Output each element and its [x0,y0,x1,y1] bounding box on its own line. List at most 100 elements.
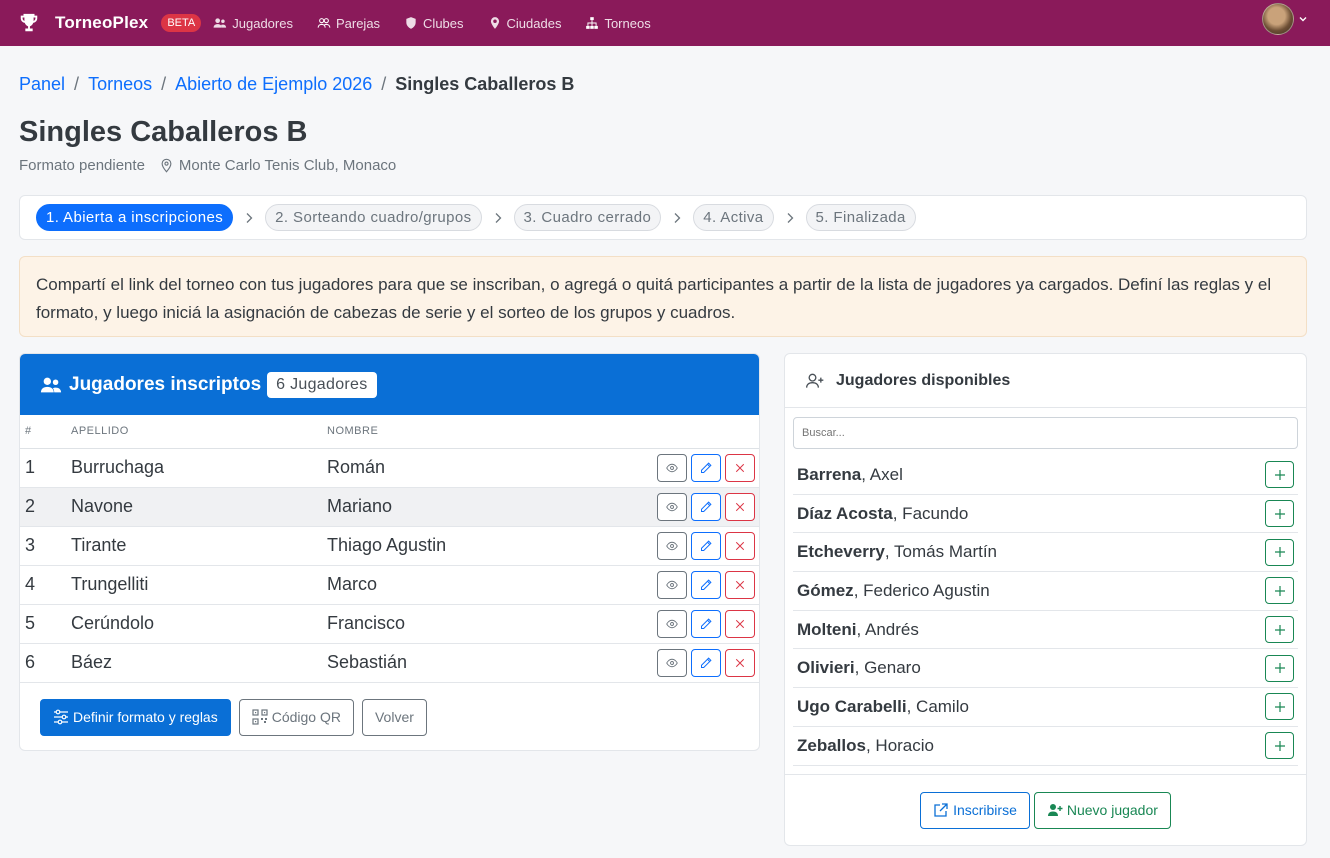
player-surname: Molteni [797,619,857,639]
plus-icon [1274,469,1285,480]
add-player-button[interactable] [1265,461,1294,489]
list-item: Molteni, Andrés [793,611,1298,650]
edit-button[interactable] [691,570,721,599]
breadcrumb-torneos[interactable]: Torneos [88,74,152,95]
row-number: 6 [20,643,71,683]
edit-button[interactable] [691,492,721,521]
add-player-button[interactable] [1265,693,1294,721]
page-subtitle: Formato pendiente Monte Carlo Tenis Club… [19,157,396,174]
player-name: , Federico Agustin [853,580,990,600]
row-actions [657,643,759,683]
breadcrumb-tournament[interactable]: Abierto de Ejemplo 2026 [175,74,372,95]
format-status: Formato pendiente [19,157,145,174]
list-item: Ugo Carabelli, Camilo [793,688,1298,727]
shield-icon [406,17,416,29]
view-button[interactable] [657,570,687,599]
remove-button[interactable] [725,453,755,482]
enroll-label: Inscribirse [953,802,1017,818]
chevron-right-icon [246,212,253,223]
search-input[interactable] [793,417,1298,449]
pencil-icon [701,578,712,590]
step-drawing[interactable]: 2. Sorteando cuadro/grupos [265,204,482,231]
close-icon [735,541,745,550]
eye-icon [666,502,678,511]
pencil-icon [701,539,712,551]
row-number: 5 [20,604,71,644]
brand-name[interactable]: TorneoPlex [55,13,148,33]
users-icon [213,18,227,28]
remove-button[interactable] [725,570,755,599]
table-row: 2 Navone Mariano [20,487,759,527]
page-title: Singles Caballeros B [19,116,308,148]
column-header-num: # [20,415,71,449]
row-surname: Cerúndolo [71,604,327,644]
view-button[interactable] [657,492,687,521]
edit-button[interactable] [691,531,721,560]
step-closed[interactable]: 3. Cuadro cerrado [513,204,662,231]
view-button[interactable] [657,531,687,560]
list-item: Gómez, Federico Agustin [793,572,1298,611]
edit-button[interactable] [691,453,721,482]
view-button[interactable] [657,453,687,482]
breadcrumb-panel[interactable]: Panel [19,74,65,95]
qr-code-button[interactable]: Código QR [238,698,354,736]
define-format-button[interactable]: Definir formato y reglas [40,698,231,736]
player-full-name: Barrena, Axel [797,465,903,485]
available-footer: Inscribirse Nuevo jugador [785,774,1306,845]
player-full-name: Olivieri, Genaro [797,658,921,678]
eye-icon [666,619,678,628]
avatar[interactable] [1262,3,1294,35]
step-finished[interactable]: 5. Finalizada [805,204,916,231]
enroll-button[interactable]: Inscribirse [920,791,1030,829]
view-button[interactable] [657,609,687,638]
step-active[interactable]: 4. Activa [693,204,774,231]
plus-icon [1274,547,1285,558]
add-player-button[interactable] [1265,732,1294,760]
player-name: , Camilo [906,696,969,716]
player-count-badge: 6 Jugadores [267,371,377,398]
remove-button[interactable] [725,609,755,638]
available-title: Jugadores disponibles [836,371,1011,389]
list-item: Olivieri, Genaro [793,649,1298,689]
breadcrumb-separator: / [74,74,80,94]
add-player-button[interactable] [1265,500,1294,528]
back-label: Volver [374,709,414,725]
remove-button[interactable] [725,492,755,521]
close-icon [735,580,745,589]
player-surname: Ugo Carabelli [797,696,907,716]
remove-button[interactable] [725,648,755,677]
add-player-button[interactable] [1265,577,1294,605]
new-player-button[interactable]: Nuevo jugador [1033,791,1171,829]
nav-link-jugadores[interactable]: Jugadores [213,16,293,31]
eye-icon [666,658,678,667]
edit-button[interactable] [691,648,721,677]
player-full-name: Díaz Acosta, Facundo [797,504,968,524]
add-player-button[interactable] [1265,616,1294,644]
user-menu[interactable] [1262,3,1308,35]
nav-links: Jugadores Parejas Clubes Ciudades Torneo… [213,16,674,31]
view-button[interactable] [657,648,687,677]
player-name: , Facundo [892,503,969,523]
list-item: Díaz Acosta, Facundo [793,495,1298,534]
row-number: 2 [20,487,71,527]
nav-link-ciudades[interactable]: Ciudades [488,16,561,31]
enrolled-header: Jugadores inscriptos 6 Jugadores [20,354,759,415]
row-actions [657,487,759,527]
add-player-button[interactable] [1265,654,1294,682]
row-name: Román [327,448,657,488]
nav-link-clubes[interactable]: Clubes [404,16,464,31]
nav-link-parejas[interactable]: Parejas [317,16,380,31]
nav-link-label: Parejas [335,15,381,31]
close-icon [735,502,745,511]
step-open[interactable]: 1. Abierta a inscripciones [36,204,234,231]
player-name: , Andrés [856,619,919,639]
breadcrumb-separator: / [161,74,167,94]
edit-button[interactable] [691,609,721,638]
back-button[interactable]: Volver [361,698,427,736]
player-full-name: Etcheverry, Tomás Martín [797,542,997,562]
player-name: , Genaro [854,658,921,678]
add-player-button[interactable] [1265,538,1294,566]
nav-link-torneos[interactable]: Torneos [585,16,651,31]
remove-button[interactable] [725,531,755,560]
qr-code-label: Código QR [271,709,341,725]
